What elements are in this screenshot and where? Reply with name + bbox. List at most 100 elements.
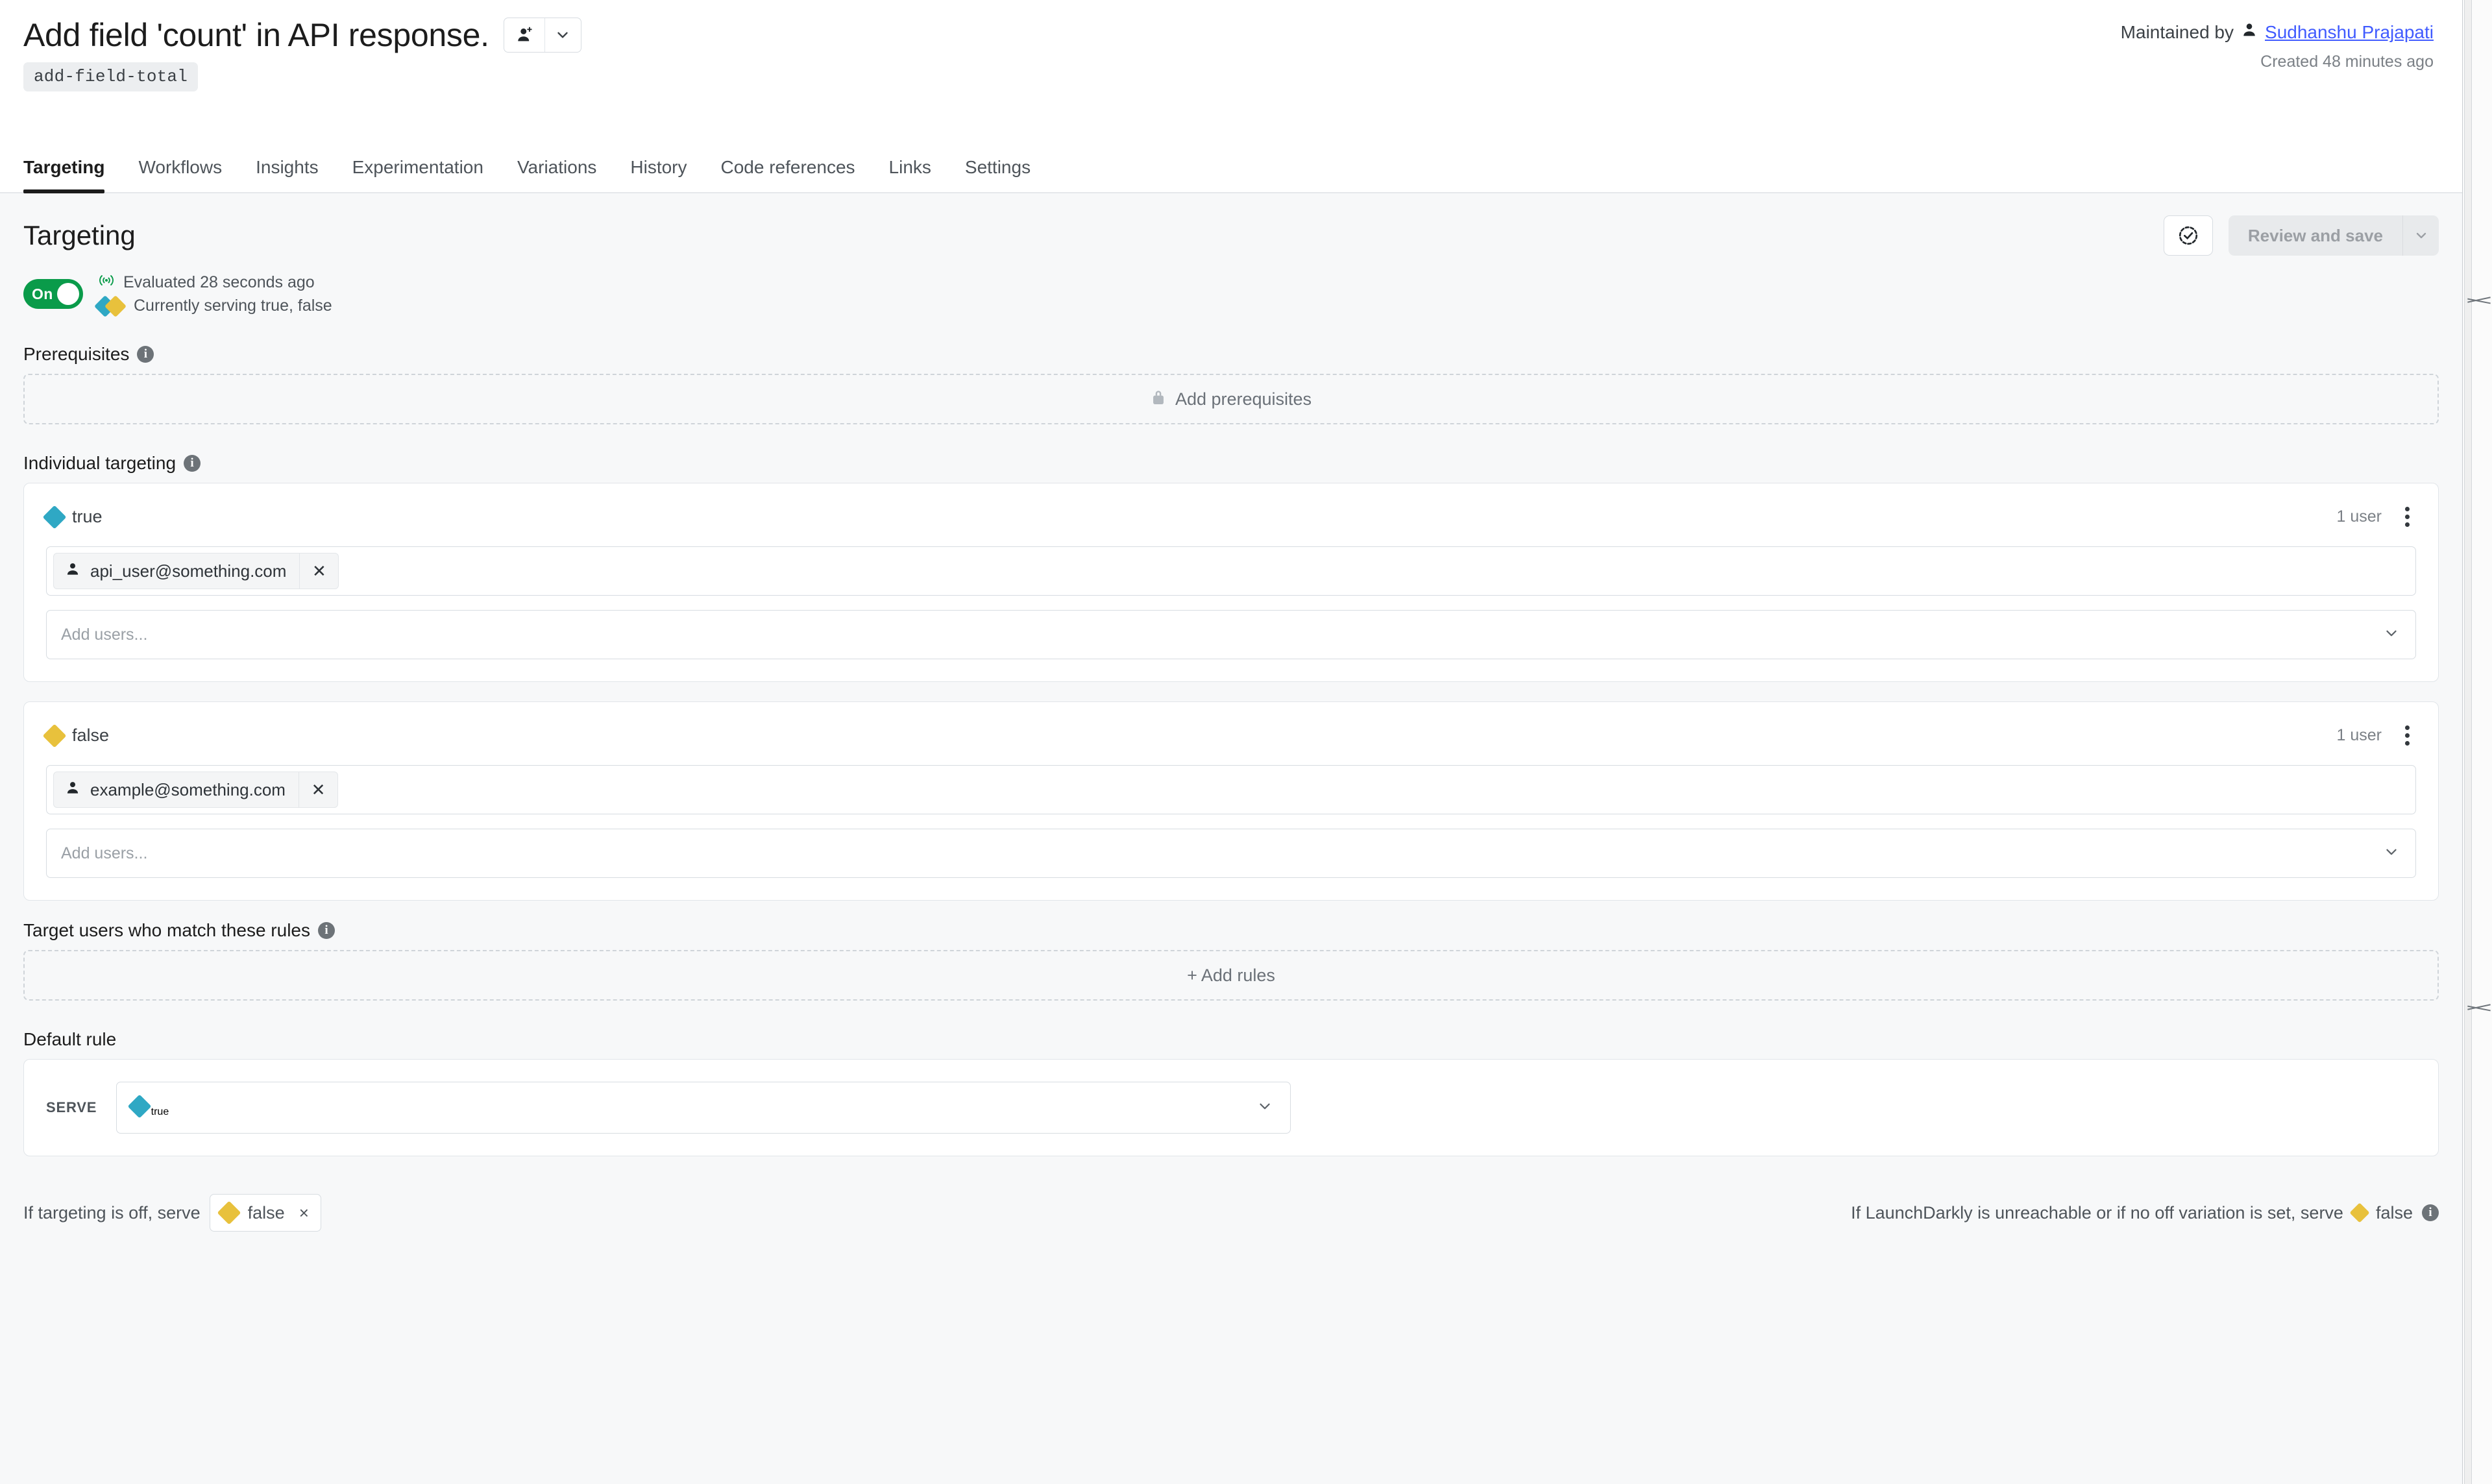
flag-identity: Add field 'count' in API response. add-f… — [23, 17, 581, 91]
individual-targeting-label: Individual targeting — [23, 453, 177, 473]
default-rule-label: Default rule — [23, 1029, 117, 1049]
targeting-toggle[interactable]: On — [23, 279, 83, 309]
variation-label: false — [72, 725, 110, 745]
chevron-down-icon[interactable] — [1256, 1098, 1273, 1118]
targeting-status: On Evaluated 28 seconds ago Currently se… — [23, 273, 2439, 317]
diamond-icon — [127, 1094, 152, 1118]
person-icon — [64, 779, 81, 801]
currently-serving-text: Currently serving true, false — [134, 297, 332, 315]
info-icon[interactable]: i — [184, 455, 201, 472]
person-icon — [64, 561, 81, 582]
flag-tabs: Targeting Workflows Insights Experimenta… — [0, 136, 2462, 193]
tab-history[interactable]: History — [613, 157, 703, 192]
chevron-down-icon[interactable] — [2402, 215, 2439, 256]
dual-diamond-icon — [94, 295, 127, 317]
page-title: Add field 'count' in API response. — [23, 17, 489, 53]
add-users-select-false[interactable]: Add users... — [46, 829, 2416, 878]
add-users-placeholder: Add users... — [61, 844, 148, 862]
tab-experimentation[interactable]: Experimentation — [336, 157, 500, 192]
review-and-save-label[interactable]: Review and save — [2229, 215, 2402, 256]
add-prerequisites-button[interactable]: Add prerequisites — [23, 374, 2439, 424]
default-rule-label-row: Default rule — [23, 1029, 2439, 1050]
more-vertical-icon[interactable] — [2399, 722, 2416, 749]
individual-targeting-label-row: Individual targeting i — [23, 453, 2439, 474]
review-and-save-button[interactable]: Review and save — [2228, 215, 2439, 256]
tab-settings[interactable]: Settings — [948, 157, 1047, 192]
signal-broadcast-icon — [97, 273, 116, 293]
targeted-users-field-false: example@something.com ✕ — [46, 765, 2416, 814]
more-vertical-icon[interactable] — [2399, 503, 2416, 531]
fallback-variation-label: false — [2375, 1202, 2413, 1222]
diamond-icon — [2349, 1202, 2370, 1223]
tab-code-references[interactable]: Code references — [704, 157, 872, 192]
user-chip: example@something.com ✕ — [53, 772, 338, 808]
info-icon[interactable]: i — [2422, 1204, 2439, 1221]
default-rule-serve-select[interactable]: true — [116, 1082, 1291, 1134]
tab-variations[interactable]: Variations — [500, 157, 613, 192]
add-person-icon[interactable] — [504, 18, 544, 52]
tab-insights[interactable]: Insights — [239, 157, 336, 192]
check-circle-dashed-icon[interactable] — [2163, 215, 2213, 256]
cut-off-artifact-upper — [2466, 295, 2492, 306]
targeting-panel: Targeting Review and save On Evaluated 2… — [0, 193, 2462, 1484]
diamond-icon — [42, 724, 67, 748]
cut-off-artifact-lower — [2466, 1003, 2492, 1013]
evaluated-text: Evaluated 28 seconds ago — [123, 273, 315, 291]
rules-label-row: Target users who match these rules i — [23, 920, 2439, 941]
user-chip-label: example@something.com — [90, 779, 286, 799]
maintained-by-label: Maintained by — [2120, 21, 2234, 42]
variation-card-false: false 1 user example@something.com ✕ Add… — [23, 701, 2439, 901]
variation-label: true — [72, 507, 103, 526]
default-rule-card: SERVE true — [23, 1059, 2439, 1156]
off-variation-label: false — [247, 1202, 285, 1222]
info-icon[interactable]: i — [317, 922, 335, 939]
close-icon[interactable]: ✕ — [299, 553, 338, 589]
variation-name-true: true — [42, 505, 103, 529]
variation-card-true: true 1 user api_user@something.com ✕ Add… — [23, 483, 2439, 682]
fallback-text: If LaunchDarkly is unreachable or if no … — [1851, 1202, 2343, 1222]
chevron-down-icon[interactable] — [2383, 625, 2400, 645]
created-timestamp: Created 48 minutes ago — [2260, 53, 2434, 71]
rules-label: Target users who match these rules — [23, 920, 310, 940]
diamond-icon — [42, 505, 67, 529]
targeting-footer: If targeting is off, serve false × If La… — [23, 1189, 2439, 1232]
person-icon — [2240, 21, 2258, 43]
chevron-down-icon[interactable] — [544, 18, 581, 52]
chevron-down-icon[interactable] — [2383, 844, 2400, 864]
diamond-icon — [217, 1200, 241, 1225]
variation-name-false: false — [42, 724, 110, 748]
off-variation-prefix: If targeting is off, serve — [23, 1202, 201, 1222]
user-chip: api_user@something.com ✕ — [53, 553, 339, 589]
add-rules-button[interactable]: + Add rules — [23, 950, 2439, 1001]
info-icon[interactable]: i — [137, 346, 154, 363]
scrollbar-track[interactable] — [2464, 0, 2472, 1484]
tab-workflows[interactable]: Workflows — [121, 157, 239, 192]
close-icon[interactable]: × — [299, 1203, 309, 1223]
toggle-knob — [57, 283, 79, 305]
targeted-users-field-true: api_user@something.com ✕ — [46, 546, 2416, 596]
close-icon[interactable]: ✕ — [298, 772, 337, 807]
serve-value: true — [151, 1106, 169, 1117]
prerequisites-label-row: Prerequisites i — [23, 344, 2439, 365]
maintainer-link[interactable]: Sudhanshu Prajapati — [2265, 22, 2434, 43]
add-rules-label: + Add rules — [1187, 965, 1275, 985]
page-header: Add field 'count' in API response. add-f… — [0, 0, 2462, 136]
flag-key-badge: add-field-total — [23, 62, 199, 91]
flag-targeting-page: Add field 'count' in API response. add-f… — [0, 0, 2492, 1484]
serve-label: SERVE — [46, 1099, 97, 1115]
tab-targeting[interactable]: Targeting — [23, 157, 121, 193]
targeting-heading: Targeting — [23, 220, 136, 250]
off-variation-chip[interactable]: false × — [209, 1194, 321, 1232]
user-count-false: 1 user — [2336, 726, 2382, 744]
user-count-true: 1 user — [2336, 507, 2382, 526]
toggle-label: On — [32, 285, 53, 302]
maintainer-split-button[interactable] — [503, 18, 581, 53]
prerequisites-label: Prerequisites — [23, 344, 130, 364]
add-users-select-true[interactable]: Add users... — [46, 610, 2416, 659]
tab-links[interactable]: Links — [872, 157, 948, 192]
add-prerequisites-label: Add prerequisites — [1175, 389, 1312, 409]
header-meta: Maintained by Sudhanshu Prajapati Create… — [2121, 17, 2434, 71]
page-scrollbar[interactable] — [2462, 0, 2492, 1484]
user-chip-label: api_user@something.com — [90, 561, 287, 581]
lock-icon — [1151, 388, 1166, 411]
